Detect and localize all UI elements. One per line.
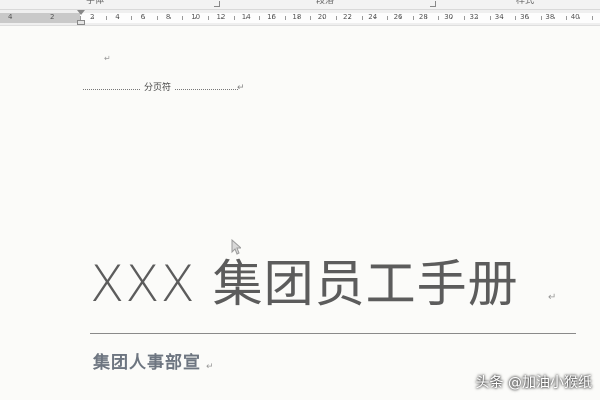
paragraph-mark: ↵ — [548, 292, 557, 303]
document-page[interactable]: ↵ 分页符 ↵ — [0, 26, 600, 400]
ruler-number: 20 — [317, 13, 327, 21]
ruler-tick — [361, 16, 363, 20]
ruler-number: 34 — [494, 13, 504, 21]
ruler-tick — [566, 16, 568, 20]
ruler-number: 18 — [292, 13, 302, 21]
ribbon-group-paragraph-label: 段落 — [316, 0, 335, 6]
ruler-number: 28 — [418, 13, 428, 21]
ruler-number: 36 — [520, 13, 530, 21]
ruler-tick — [438, 16, 440, 20]
ribbon-group-font-label: 字体 — [86, 0, 105, 6]
left-indent-marker[interactable] — [77, 20, 85, 25]
ruler-number: 10 — [191, 13, 201, 21]
ruler-tick — [259, 16, 261, 20]
ruler-tick — [592, 16, 593, 20]
title-underline — [90, 333, 576, 334]
ruler-number: 4 — [115, 13, 120, 21]
ruler-number: 6 — [140, 13, 146, 21]
ruler-number: 26 — [393, 13, 403, 21]
ruler-tick — [336, 16, 337, 20]
document-subtitle[interactable]: 集团人事部宣 — [93, 352, 201, 374]
ruler-number: 16 — [267, 13, 277, 21]
ruler-tick — [182, 16, 184, 20]
ruler-tick — [208, 16, 209, 20]
first-line-indent-marker[interactable] — [77, 10, 85, 15]
document-title[interactable]: XXX 集团员工手册 — [90, 252, 519, 316]
page-break-label: 分页符 — [141, 82, 175, 95]
paragraph-mark: ↵ — [104, 54, 111, 63]
paragraph-mark: ↵ — [237, 83, 245, 93]
ruler-tick — [412, 16, 414, 20]
ruler-number: 40 — [570, 13, 580, 21]
ribbon-group-labels: 字体 段落 样式 — [0, 0, 600, 10]
ruler-number: 4 — [8, 13, 13, 21]
ribbon-group-styles-label: 样式 — [516, 0, 535, 6]
ruler-tick — [284, 16, 286, 20]
ruler-number: 8 — [165, 13, 171, 21]
ruler-tick — [540, 16, 542, 20]
horizontal-ruler[interactable]: 4 2 2 4 6 8 10 12 14 16 18 20 22 24 26 28 30 32 34 36 38 40 — [0, 10, 600, 26]
ruler-tick — [233, 16, 235, 20]
ruler-tick — [131, 16, 133, 20]
ruler-tick — [464, 16, 465, 20]
ruler-tick — [489, 16, 491, 20]
paragraph-dialog-launcher-icon[interactable] — [430, 1, 436, 7]
ruler-number: 32 — [469, 13, 479, 21]
ruler-tick — [105, 16, 107, 20]
ruler-number: 24 — [368, 13, 378, 21]
ruler-number: 2 — [90, 13, 95, 21]
paragraph-mark: ↵ — [206, 362, 214, 372]
ruler-tick — [515, 16, 517, 20]
page-break: 分页符 ↵ — [83, 82, 245, 96]
ruler-number: 12 — [216, 13, 226, 21]
watermark: 头条 @加油小猴纸 — [475, 375, 592, 391]
ruler-tick — [387, 16, 389, 20]
ruler-number: 38 — [545, 13, 555, 21]
font-dialog-launcher-icon[interactable] — [214, 1, 220, 7]
ruler-number: 22 — [343, 13, 352, 21]
ruler-tick — [156, 16, 158, 20]
ruler-number: 30 — [444, 13, 454, 21]
ruler-tick — [310, 16, 312, 20]
ruler-number: 2 — [50, 13, 55, 21]
ruler-number: 14 — [241, 13, 251, 21]
